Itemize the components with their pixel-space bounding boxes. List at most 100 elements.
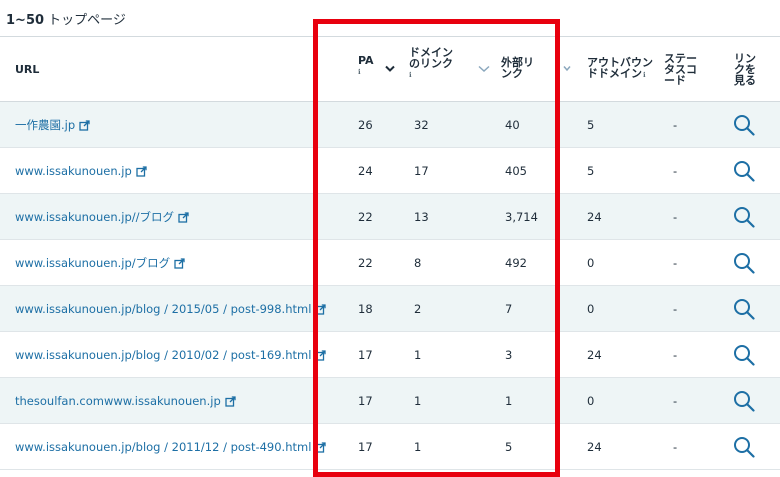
external-links-cell: 5 xyxy=(493,423,575,470)
outbound-domains-cell: 24 xyxy=(575,423,658,470)
outbound-domains-cell: 5 xyxy=(575,147,658,194)
column-header-status-code[interactable]: ステー タスコ ード xyxy=(658,37,717,102)
chevron-down-icon[interactable] xyxy=(478,65,490,73)
domain-links-cell: 1 xyxy=(405,331,493,378)
info-icon[interactable]: ℹ xyxy=(409,70,453,81)
external-link-icon[interactable] xyxy=(79,119,90,131)
pa-cell: 22 xyxy=(345,193,405,240)
pa-cell: 18 xyxy=(345,285,405,332)
outbound-domains-cell: 5 xyxy=(575,101,658,148)
magnifier-icon[interactable] xyxy=(733,160,755,182)
external-link-icon[interactable] xyxy=(174,257,185,269)
table-row: www.issakunouen.jp/blog / 2010/02 / post… xyxy=(0,331,780,378)
outbound-domains-cell: 0 xyxy=(575,285,658,332)
table-row: www.issakunouen.jp/blog / 2015/05 / post… xyxy=(0,285,780,332)
domain-links-cell: 1 xyxy=(405,377,493,424)
external-links-cell: 492 xyxy=(493,239,575,286)
url-link[interactable]: www.issakunouen.jp//ブログ xyxy=(15,210,174,224)
view-links-cell xyxy=(717,331,780,378)
view-links-cell xyxy=(717,147,780,194)
pa-cell: 24 xyxy=(345,147,405,194)
view-links-cell xyxy=(717,193,780,240)
column-header-view-links: リン クを 見る xyxy=(717,37,780,102)
url-link[interactable]: 一作農園.jp xyxy=(15,118,75,132)
pa-label: PA xyxy=(358,53,374,67)
table-row: 一作農園.jp 26 32 40 5 - xyxy=(0,101,780,148)
external-link-icon[interactable] xyxy=(178,211,189,223)
column-header-external-links[interactable]: 外部リ ンク xyxy=(493,37,575,102)
pa-cell: 22 xyxy=(345,239,405,286)
chevron-down-icon[interactable] xyxy=(385,65,395,73)
external-links-cell: 405 xyxy=(493,147,575,194)
table-row: thesoulfan.comwww.issakunouen.jp 17 1 1 … xyxy=(0,377,780,424)
external-link-icon[interactable] xyxy=(136,165,147,177)
status-code-cell: - xyxy=(658,377,717,424)
url-link[interactable]: thesoulfan.comwww.issakunouen.jp xyxy=(15,394,221,408)
info-icon[interactable]: ℹ xyxy=(643,70,646,81)
magnifier-icon[interactable] xyxy=(733,206,755,228)
magnifier-icon[interactable] xyxy=(733,390,755,412)
range-text: トップページ xyxy=(44,13,126,28)
results-table: URL PA ℹ ドメイン のリンク ℹ 外部リ ンク アウトバウン ドドメイン… xyxy=(0,37,780,470)
table-row: www.issakunouen.jp/ブログ 22 8 492 0 - xyxy=(0,239,780,286)
column-header-url[interactable]: URL xyxy=(0,37,345,102)
external-link-icon[interactable] xyxy=(315,441,327,453)
domain-links-cell: 17 xyxy=(405,147,493,194)
url-link[interactable]: www.issakunouen.jp/blog / 2010/02 / post… xyxy=(15,348,311,362)
url-cell: 一作農園.jp xyxy=(0,101,345,148)
pa-cell: 17 xyxy=(345,377,405,424)
column-header-outbound-domains[interactable]: アウトバウン ドドメイン ℹ xyxy=(575,37,658,102)
view-links-cell xyxy=(717,285,780,332)
outbound-domains-cell: 0 xyxy=(575,377,658,424)
external-links-cell: 7 xyxy=(493,285,575,332)
table-row: www.issakunouen.jp//ブログ 22 13 3,714 24 - xyxy=(0,193,780,240)
status-code-cell: - xyxy=(658,331,717,378)
url-cell: www.issakunouen.jp xyxy=(0,147,345,194)
table-header-row: URL PA ℹ ドメイン のリンク ℹ 外部リ ンク アウトバウン ドドメイン… xyxy=(0,37,780,102)
view-links-cell xyxy=(717,239,780,286)
external-links-cell: 40 xyxy=(493,101,575,148)
domain-links-cell: 8 xyxy=(405,239,493,286)
table-row: www.issakunouen.jp 24 17 405 5 - xyxy=(0,147,780,194)
outbound-domains-cell: 0 xyxy=(575,239,658,286)
external-link-icon[interactable] xyxy=(225,395,236,407)
domain-links-cell: 13 xyxy=(405,193,493,240)
outbound-domains-cell: 24 xyxy=(575,193,658,240)
status-code-cell: - xyxy=(658,423,717,470)
url-link[interactable]: www.issakunouen.jp/blog / 2015/05 / post… xyxy=(15,302,311,316)
pa-cell: 17 xyxy=(345,331,405,378)
external-link-icon[interactable] xyxy=(315,349,327,361)
url-link[interactable]: www.issakunouen.jp/blog / 2011/12 / post… xyxy=(15,440,311,454)
table-row: www.issakunouen.jp/blog / 2011/12 / post… xyxy=(0,423,780,470)
chevron-down-icon[interactable] xyxy=(563,65,571,73)
external-links-cell: 3,714 xyxy=(493,193,575,240)
column-header-domain-links[interactable]: ドメイン のリンク ℹ xyxy=(405,37,493,102)
status-code-cell: - xyxy=(658,101,717,148)
status-code-cell: - xyxy=(658,239,717,286)
url-cell: www.issakunouen.jp/blog / 2011/12 / post… xyxy=(0,423,345,470)
url-cell: www.issakunouen.jp/ブログ xyxy=(0,239,345,286)
magnifier-icon[interactable] xyxy=(733,344,755,366)
status-code-cell: - xyxy=(658,285,717,332)
external-links-cell: 1 xyxy=(493,377,575,424)
external-links-cell: 3 xyxy=(493,331,575,378)
pa-cell: 17 xyxy=(345,423,405,470)
status-code-cell: - xyxy=(658,147,717,194)
info-icon[interactable]: ℹ xyxy=(358,67,374,78)
range-count: 1~50 xyxy=(6,13,45,28)
external-link-icon[interactable] xyxy=(315,303,327,315)
magnifier-icon[interactable] xyxy=(733,252,755,274)
magnifier-icon[interactable] xyxy=(733,436,755,458)
outbound-domains-cell: 24 xyxy=(575,331,658,378)
domain-links-cell: 32 xyxy=(405,101,493,148)
url-link[interactable]: www.issakunouen.jp xyxy=(15,164,132,178)
view-links-cell xyxy=(717,101,780,148)
magnifier-icon[interactable] xyxy=(733,298,755,320)
url-cell: www.issakunouen.jp//ブログ xyxy=(0,193,345,240)
url-link[interactable]: www.issakunouen.jp/ブログ xyxy=(15,256,170,270)
column-header-pa[interactable]: PA ℹ xyxy=(345,37,405,102)
results-range-label: 1~50 トップページ xyxy=(6,9,126,28)
magnifier-icon[interactable] xyxy=(733,114,755,136)
domain-links-cell: 2 xyxy=(405,285,493,332)
url-cell: www.issakunouen.jp/blog / 2015/05 / post… xyxy=(0,285,345,332)
